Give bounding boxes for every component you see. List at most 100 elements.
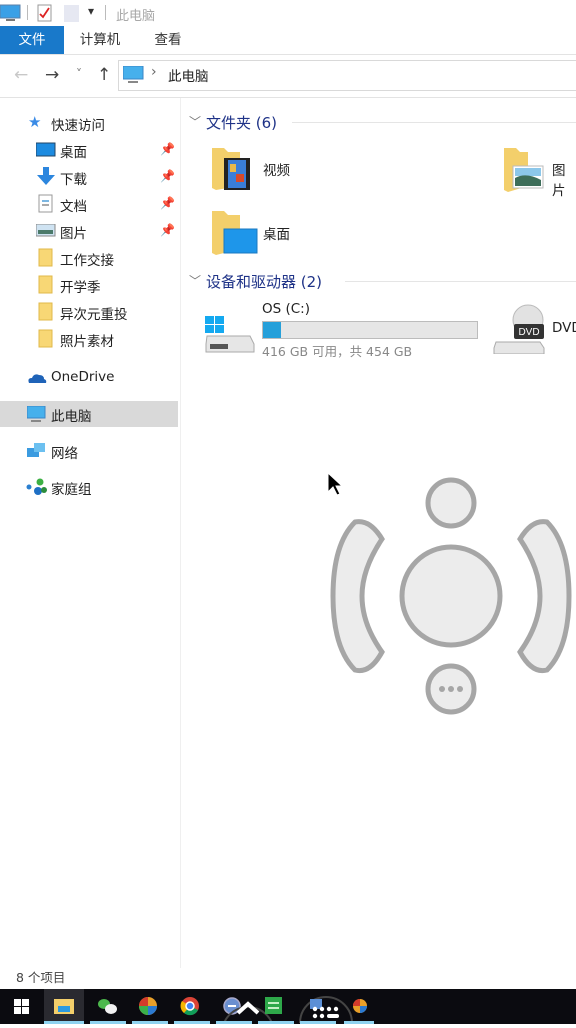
green-app-icon[interactable]	[254, 989, 294, 1024]
sidebar-item-folder[interactable]: 异次元重投	[0, 299, 178, 325]
sidebar-item-desktop[interactable]: 桌面 📌	[0, 137, 178, 163]
pin-icon[interactable]: 📌	[160, 142, 175, 156]
folder-icon	[38, 275, 53, 294]
sidebar-item-label: 照片素材	[60, 334, 114, 350]
breadcrumb-this-pc[interactable]: 此电脑	[168, 65, 209, 85]
sidebar-item-label: 网络	[51, 446, 78, 462]
forward-icon[interactable]: →	[45, 65, 59, 85]
sidebar-item-label: 桌面	[60, 145, 87, 161]
drive-tile-dvd[interactable]: DVD DVD	[490, 300, 576, 360]
collapse-devices-icon[interactable]: ﹀	[189, 272, 201, 289]
sidebar-item-this-pc[interactable]: 此电脑	[0, 401, 178, 427]
virtual-gamepad-overlay	[330, 477, 572, 715]
taskbar	[0, 989, 576, 1024]
folder-label: 视频	[263, 163, 290, 179]
new-folder-icon[interactable]	[64, 5, 79, 22]
onedrive-icon	[28, 374, 47, 383]
devices-group-header[interactable]: 设备和驱动器 (2)	[206, 271, 322, 292]
sidebar-item-label: OneDrive	[51, 369, 115, 385]
more-dots-icon	[439, 686, 463, 692]
pictures-icon	[36, 224, 56, 237]
tab-computer[interactable]: 计算机	[70, 26, 130, 54]
up-icon[interactable]: ↑	[97, 65, 111, 85]
documents-icon	[38, 194, 53, 213]
colorful-app-icon[interactable]	[340, 989, 380, 1024]
videos-folder-icon	[212, 148, 250, 190]
dvd-drive-icon: DVD	[493, 304, 545, 354]
navigation-pane: ★ 快速访问 桌面 📌 下载 📌 文档 📌 图片 📌 工作交接 开学季 异次元重…	[0, 98, 181, 968]
divider	[292, 122, 576, 123]
pictures-folder-icon	[504, 148, 544, 192]
folder-icon	[38, 302, 53, 321]
sidebar-item-folder[interactable]: 开学季	[0, 272, 178, 298]
gamepad-right-button[interactable]	[517, 519, 572, 674]
star-icon: ★	[28, 113, 42, 131]
folder-tile-videos[interactable]: 视频	[208, 144, 308, 194]
browser-icon[interactable]	[128, 989, 168, 1024]
folders-group-header[interactable]: 文件夹 (6)	[206, 112, 277, 133]
sidebar-item-folder[interactable]: 工作交接	[0, 245, 178, 271]
sidebar-item-homegroup[interactable]: 家庭组	[0, 474, 178, 500]
collapse-folders-icon[interactable]: ﹀	[189, 113, 201, 130]
sidebar-item-folder[interactable]: 照片素材	[0, 326, 178, 352]
sidebar-item-label: 异次元重投	[60, 307, 128, 323]
drive-label: OS (C:)	[262, 301, 310, 317]
back-icon[interactable]: ←	[14, 65, 28, 85]
drive-label: DVD	[552, 320, 576, 336]
chrome-icon[interactable]	[170, 989, 210, 1024]
drive-usage-fill	[263, 322, 281, 338]
status-item-count: 8 个项目	[16, 970, 66, 985]
sidebar-item-pictures[interactable]: 图片 📌	[0, 218, 178, 244]
sidebar-item-quick-access[interactable]: ★ 快速访问	[0, 110, 178, 136]
tab-file[interactable]: 文件	[0, 26, 64, 54]
folder-tile-pictures[interactable]: 图片	[496, 144, 576, 199]
wechat-icon[interactable]	[88, 989, 128, 1024]
pin-icon[interactable]: 📌	[160, 223, 175, 237]
desktop-folder-icon	[212, 211, 258, 255]
sidebar-item-label: 家庭组	[51, 482, 92, 498]
sidebar-item-label: 下载	[60, 172, 87, 188]
divider	[345, 281, 576, 282]
ribbon-tabs: 文件 计算机 查看	[0, 26, 576, 55]
sidebar-item-network[interactable]: 网络	[0, 438, 178, 464]
download-icon	[37, 167, 55, 185]
sidebar-item-label: 图片	[60, 226, 87, 242]
file-explorer-taskbar-button[interactable]	[44, 989, 84, 1024]
sidebar-item-label: 此电脑	[51, 409, 92, 425]
this-pc-icon	[123, 66, 144, 83]
breadcrumb-separator[interactable]: ›	[151, 64, 157, 80]
divider	[105, 5, 106, 20]
folder-label: 桌面	[263, 227, 290, 243]
tab-view[interactable]: 查看	[138, 26, 198, 54]
divider	[27, 5, 28, 20]
pin-icon[interactable]: 📌	[160, 169, 175, 183]
properties-icon[interactable]	[36, 4, 54, 22]
folder-label: 图片	[552, 163, 566, 199]
sidebar-item-downloads[interactable]: 下载 📌	[0, 164, 178, 190]
desktop-icon	[36, 142, 56, 157]
svg-text:DVD: DVD	[518, 327, 539, 338]
sidebar-item-onedrive[interactable]: OneDrive	[0, 365, 178, 391]
folder-tile-desktop[interactable]: 桌面	[208, 207, 308, 257]
drive-free-space: 416 GB 可用，共 454 GB	[262, 344, 413, 359]
computer-icon[interactable]	[0, 4, 24, 22]
recent-locations-icon[interactable]: ˅	[76, 67, 82, 81]
start-icon[interactable]	[2, 989, 42, 1024]
gamepad-center-button[interactable]	[399, 544, 503, 648]
gamepad-left-button[interactable]	[330, 519, 385, 674]
sidebar-item-documents[interactable]: 文档 📌	[0, 191, 178, 217]
windows-drive-icon	[205, 316, 255, 353]
gamepad-top-button[interactable]	[425, 477, 477, 529]
customize-dropdown-icon[interactable]: ▾	[88, 4, 94, 18]
window-title: 此电脑	[116, 9, 156, 24]
pin-icon[interactable]: 📌	[160, 196, 175, 210]
sidebar-item-label: 文档	[60, 199, 87, 215]
network-icon	[27, 443, 45, 457]
sidebar-item-label: 工作交接	[60, 253, 114, 269]
drive-usage-bar	[262, 321, 478, 339]
sidebar-item-label: 快速访问	[51, 118, 105, 134]
file-explorer-icon	[54, 999, 74, 1014]
this-pc-icon	[27, 406, 46, 422]
folder-icon	[38, 329, 53, 348]
drive-tile-c[interactable]: OS (C:) 416 GB 可用，共 454 GB	[200, 298, 480, 359]
